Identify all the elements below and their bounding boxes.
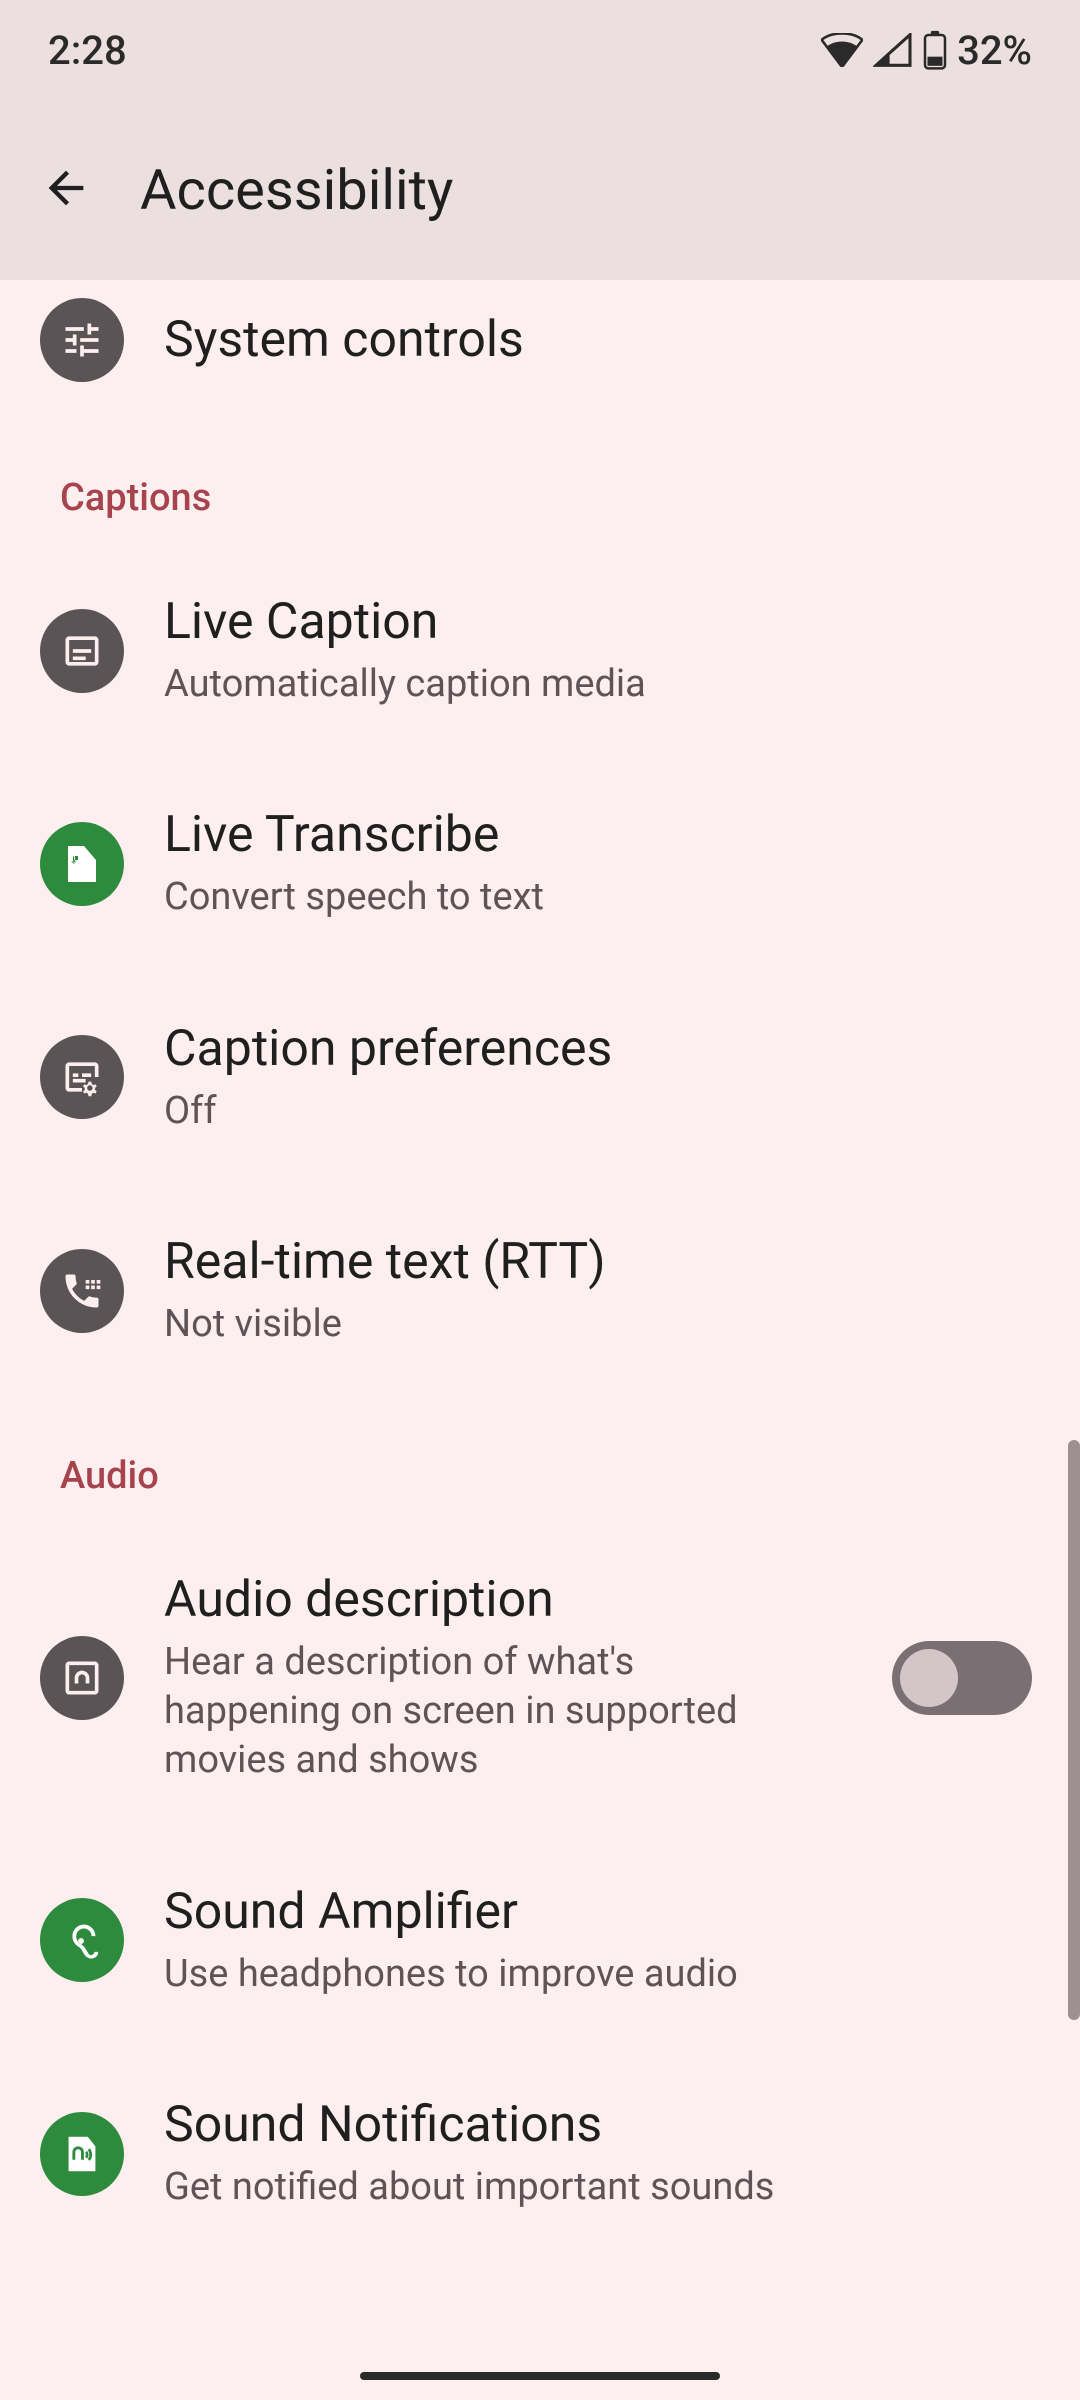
nav-home-indicator[interactable] <box>360 2372 720 2380</box>
status-time: 2:28 <box>48 27 127 74</box>
item-subtitle: Convert speech to text <box>164 873 1040 922</box>
item-title: Sound Notifications <box>164 2095 1040 2155</box>
back-button[interactable] <box>40 162 92 218</box>
caption-icon <box>40 609 124 693</box>
item-title: Caption preferences <box>164 1019 1040 1079</box>
hearing-icon <box>40 1898 124 1982</box>
wifi-icon <box>821 33 863 67</box>
status-icons: 32% <box>821 27 1032 74</box>
status-bar: 2:28 32% <box>0 0 1080 100</box>
settings-list: System controls Captions Live Caption Au… <box>0 280 1080 2223</box>
item-title: Audio description <box>164 1570 852 1630</box>
item-caption-preferences[interactable]: Caption preferences Off <box>0 971 1080 1184</box>
item-rtt[interactable]: Real-time text (RTT) Not visible <box>0 1184 1080 1397</box>
item-subtitle: Use headphones to improve audio <box>164 1950 1040 1999</box>
caption-settings-icon <box>40 1035 124 1119</box>
item-system-controls[interactable]: System controls <box>0 280 1080 420</box>
item-sound-notifications[interactable]: Sound Notifications Get notified about i… <box>0 2047 1080 2222</box>
audio-description-icon <box>40 1636 124 1720</box>
section-header-audio: Audio <box>0 1398 1080 1522</box>
signal-icon <box>873 33 913 67</box>
item-live-caption[interactable]: Live Caption Automatically caption media <box>0 544 1080 757</box>
item-live-transcribe[interactable]: Live Transcribe Convert speech to text <box>0 757 1080 970</box>
item-sound-amplifier[interactable]: Sound Amplifier Use headphones to improv… <box>0 1834 1080 2047</box>
item-subtitle: Hear a description of what's happening o… <box>164 1638 804 1786</box>
tune-icon <box>40 298 124 382</box>
item-audio-description[interactable]: Audio description Hear a description of … <box>0 1522 1080 1834</box>
rtt-icon <box>40 1249 124 1333</box>
arrow-back-icon <box>40 162 92 214</box>
item-subtitle: Automatically caption media <box>164 660 1040 709</box>
item-title: System controls <box>164 310 1040 370</box>
item-subtitle: Not visible <box>164 1300 1040 1349</box>
toggle-knob <box>900 1649 958 1707</box>
item-subtitle: Get notified about important sounds <box>164 2163 1040 2212</box>
battery-icon <box>923 30 947 70</box>
item-title: Real-time text (RTT) <box>164 1232 1040 1292</box>
item-subtitle: Off <box>164 1087 1040 1136</box>
item-title: Live Caption <box>164 592 1040 652</box>
audio-description-toggle[interactable] <box>892 1641 1032 1715</box>
scrollbar[interactable] <box>1068 1440 1080 2020</box>
item-title: Live Transcribe <box>164 805 1040 865</box>
transcribe-icon <box>40 822 124 906</box>
app-header: Accessibility <box>0 100 1080 280</box>
battery-percent: 32% <box>957 27 1032 74</box>
page-title: Accessibility <box>140 157 453 223</box>
sound-notification-icon <box>40 2112 124 2196</box>
item-title: Sound Amplifier <box>164 1882 1040 1942</box>
section-header-captions: Captions <box>0 420 1080 544</box>
